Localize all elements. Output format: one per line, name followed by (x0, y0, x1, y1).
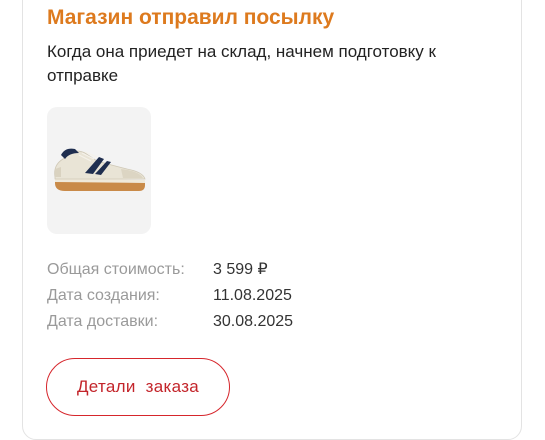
delivery-date-row: Дата доставки: 30.08.2025 (47, 312, 293, 332)
delivery-date-value: 30.08.2025 (213, 313, 294, 330)
delivery-date-label: Дата доставки: (47, 313, 159, 330)
product-thumbnail[interactable] (47, 107, 151, 234)
created-date-row: Дата создания: 11.08.2025 (47, 286, 292, 306)
created-date-label: Дата создания: (47, 287, 160, 304)
total-cost-label: Общая стоимость: (47, 261, 185, 278)
notification-subtitle: Когда она приедет на склад, начнем подго… (47, 42, 436, 85)
sneaker-icon (54, 148, 146, 191)
notification-title: Магазин отправил посылку (47, 6, 335, 29)
order-details-button[interactable]: Детали заказа (46, 358, 230, 416)
total-cost-row: Общая стоимость: 3 599 ₽ (47, 260, 268, 280)
total-cost-value: 3 599 ₽ (213, 261, 268, 278)
created-date-value: 11.08.2025 (213, 287, 292, 304)
